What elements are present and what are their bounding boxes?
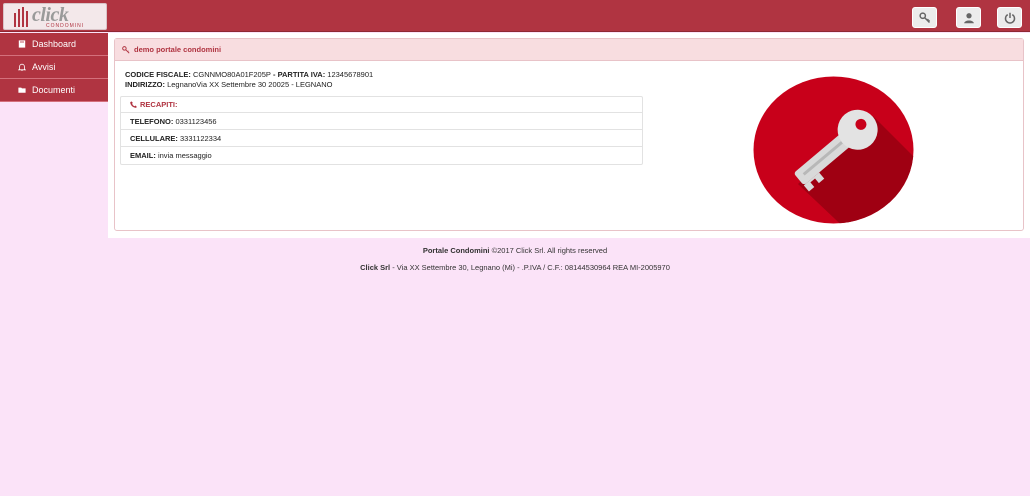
main-content: demo portale condomini CODICE FISCALE: C… <box>108 33 1030 238</box>
sidebar-item-avvisi[interactable]: Avvisi <box>0 56 108 79</box>
telefono-value: 0331123456 <box>175 116 217 126</box>
codice-fiscale-label: CODICE FISCALE: <box>125 70 191 79</box>
contact-row-email: EMAIL: invia messaggio <box>121 147 642 164</box>
footer-copyright-text: ©2017 Click Srl. All rights reserved <box>489 246 608 255</box>
condominium-info: CODICE FISCALE: CGNNMO80A01F205P - PARTI… <box>125 70 373 90</box>
footer-copyright: Portale Condomini ©2017 Click Srl. All r… <box>0 246 1030 255</box>
logo-word: click <box>32 3 69 26</box>
phone-icon <box>130 101 137 108</box>
footer-company-details: - Via XX Settembre 30, Legnano (Mi) - .P… <box>390 263 670 272</box>
telefono-label: TELEFONO: <box>130 116 174 126</box>
recapiti-label: RECAPITI: <box>140 100 178 109</box>
sidebar-item-documenti[interactable]: Documenti <box>0 79 108 102</box>
book-icon <box>18 40 26 48</box>
contact-row-telefono: TELEFONO: 0331123456 <box>121 113 642 130</box>
partita-iva-value: 12345678901 <box>327 70 374 79</box>
indirizzo-value: LegnanoVia XX Settembre 30 20025 - LEGNA… <box>167 80 333 89</box>
top-navbar: click CONDOMINI <box>0 0 1030 32</box>
sidebar: Dashboard Avvisi Documenti <box>0 33 108 102</box>
logo-mark <box>14 6 28 27</box>
info-separator: - <box>270 70 278 79</box>
cellulare-value: 3331122334 <box>180 133 222 143</box>
folder-icon <box>18 87 26 93</box>
logo[interactable]: click CONDOMINI <box>3 3 107 30</box>
power-icon <box>1004 12 1015 24</box>
partita-iva-label: PARTITA IVA: <box>277 70 326 79</box>
indirizzo-label: INDIRIZZO: <box>125 80 165 89</box>
cellulare-label: CELLULARE: <box>130 133 178 143</box>
footer-company-name: Click Srl <box>360 263 391 272</box>
footer-portal-name: Portale Condomini <box>422 246 490 255</box>
contacts-list: RECAPITI: TELEFONO: 0331123456 CELLULARE… <box>120 96 643 165</box>
user-icon <box>963 12 974 23</box>
sidebar-item-label: Documenti <box>32 85 76 95</box>
sidebar-item-label: Dashboard <box>32 39 77 49</box>
contacts-heading: RECAPITI: <box>121 97 642 113</box>
footer-company-info: Click Srl - Via XX Settembre 30, Legnano… <box>0 263 1030 272</box>
key-illustration <box>753 76 914 224</box>
email-label: EMAIL: <box>130 151 156 160</box>
condominium-panel: demo portale condomini CODICE FISCALE: C… <box>114 38 1024 231</box>
contact-row-cellulare: CELLULARE: 3331122334 <box>121 130 642 147</box>
send-message-link[interactable]: invia messaggio <box>158 151 212 160</box>
sidebar-item-dashboard[interactable]: Dashboard <box>0 33 108 56</box>
key-button[interactable] <box>912 7 937 28</box>
sidebar-item-label: Avvisi <box>32 62 56 72</box>
key-icon <box>918 11 930 23</box>
panel-heading: demo portale condomini <box>115 39 1023 61</box>
logout-button[interactable] <box>997 7 1022 28</box>
panel-title: demo portale condomini <box>134 45 222 54</box>
codice-fiscale-value: CGNNMO80A01F205P <box>192 70 271 79</box>
logo-subtitle: CONDOMINI <box>46 22 85 29</box>
bell-icon <box>18 63 26 71</box>
user-button[interactable] <box>956 7 981 28</box>
key-icon <box>122 45 130 54</box>
